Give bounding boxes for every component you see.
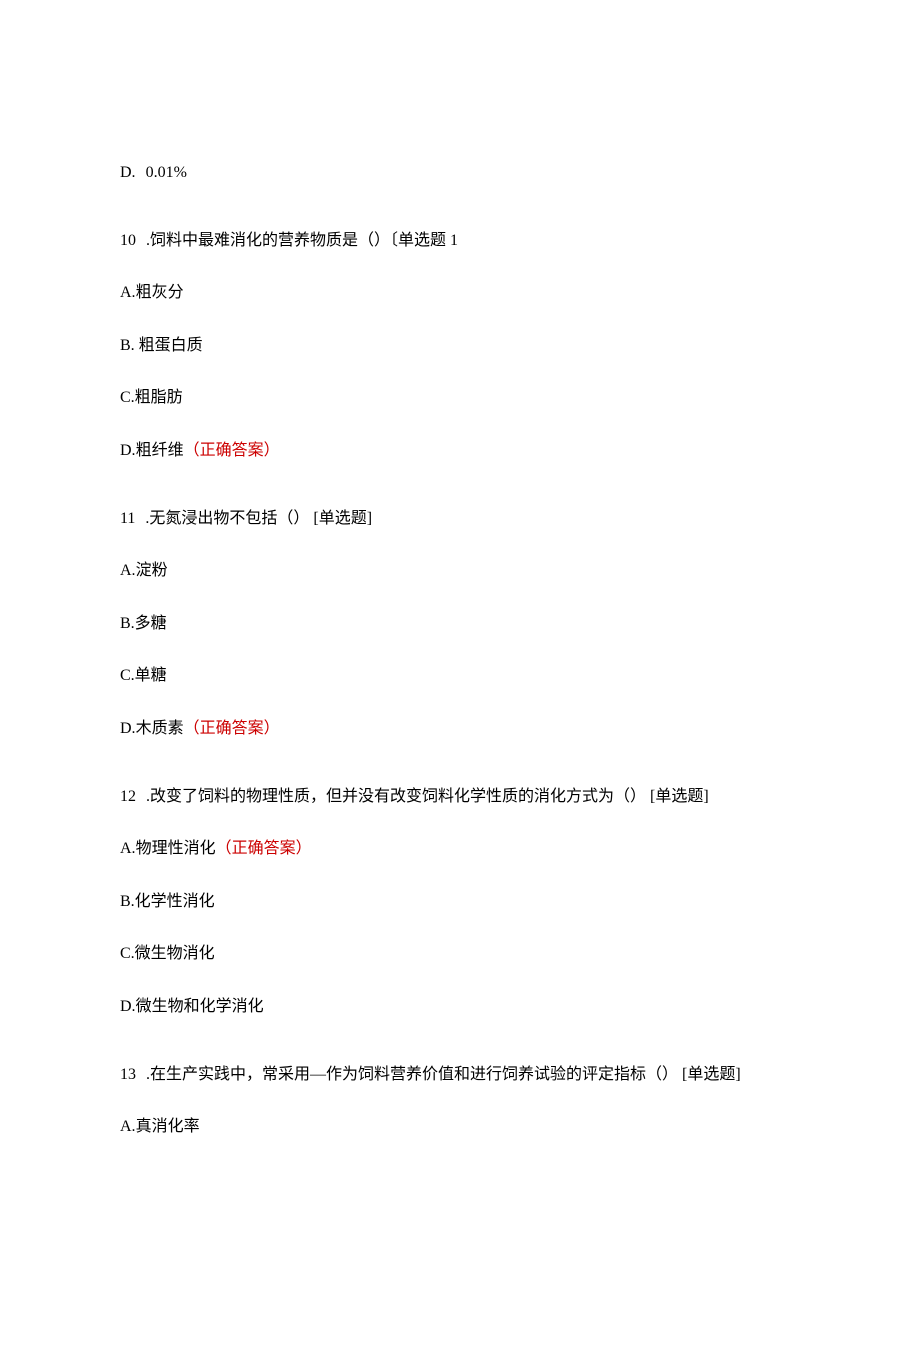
- question-text: .改变了饲料的物理性质，但并没有改变饲料化学性质的消化方式为（） [单选题]: [146, 788, 709, 805]
- option-text: 木质素: [136, 720, 184, 737]
- question-number: 10: [120, 232, 136, 249]
- option-text: 多糖: [135, 615, 167, 632]
- option-letter: C.: [120, 667, 135, 684]
- option-line: D. 0.01%: [120, 160, 800, 186]
- questions-container: 10.饲料中最难消化的营养物质是（）〔单选题 1A.粗灰分B. 粗蛋白质C.粗脂…: [120, 228, 800, 1140]
- option-letter: B.: [120, 893, 135, 910]
- option-line: D.木质素（正确答案）: [120, 716, 800, 742]
- option-line: A.淀粉: [120, 558, 800, 584]
- option-line: C.单糖: [120, 663, 800, 689]
- option-letter: A.: [120, 562, 136, 579]
- option-text: 粗蛋白质: [139, 337, 203, 354]
- option-letter: C.: [120, 389, 135, 406]
- option-letter: D.: [120, 998, 136, 1015]
- option-text: 淀粉: [136, 562, 168, 579]
- option-text: 粗纤维: [136, 442, 184, 459]
- question-number: 13: [120, 1066, 136, 1083]
- option-letter: A.: [120, 1118, 136, 1135]
- option-line: B. 粗蛋白质: [120, 333, 800, 359]
- document-page: D.0.01% 10.饲料中最难消化的营养物质是（）〔单选题 1A.粗灰分B. …: [0, 0, 920, 1367]
- correct-answer-label: （正确答案）: [184, 720, 280, 737]
- option-line: D.微生物和化学消化: [120, 994, 800, 1020]
- option-letter: D.: [120, 720, 136, 737]
- option-line: A.真消化率: [120, 1114, 800, 1140]
- option-letter: A.: [120, 840, 136, 857]
- option-letter: D.: [120, 164, 136, 181]
- question-text: .在生产实践中，常采用—作为饲料营养价值和进行饲养试验的评定指标（） [单选题]: [146, 1066, 741, 1083]
- option-line: C.粗脂肪: [120, 385, 800, 411]
- option-line: C.微生物消化: [120, 941, 800, 967]
- option-letter: A.: [120, 284, 136, 301]
- option-text: 0.01%: [146, 164, 187, 181]
- option-line: A.物理性消化（正确答案）: [120, 836, 800, 862]
- option-text: 粗灰分: [136, 284, 184, 301]
- correct-answer-label: （正确答案）: [184, 442, 280, 459]
- question-number: 11: [120, 510, 135, 527]
- option-line: D.粗纤维（正确答案）: [120, 438, 800, 464]
- question-text: .无氮浸出物不包括（） [单选题]: [145, 510, 372, 527]
- option-letter: B.: [120, 615, 135, 632]
- option-letter: B.: [120, 337, 139, 354]
- option-text: 真消化率: [136, 1118, 200, 1135]
- question-stem: 12 .改变了饲料的物理性质，但并没有改变饲料化学性质的消化方式为（） [单选题]: [120, 784, 800, 810]
- question-stem: 11 .无氮浸出物不包括（） [单选题]: [120, 506, 800, 532]
- option-text: 微生物消化: [135, 945, 215, 962]
- option-text: 物理性消化: [136, 840, 216, 857]
- correct-answer-label: （正确答案）: [216, 840, 312, 857]
- option-line: B.化学性消化: [120, 889, 800, 915]
- question-stem: 10 .饲料中最难消化的营养物质是（）〔单选题 1: [120, 228, 800, 254]
- option-letter: D.: [120, 442, 136, 459]
- option-text: 粗脂肪: [135, 389, 183, 406]
- option-text: 单糖: [135, 667, 167, 684]
- option-line: A.粗灰分: [120, 280, 800, 306]
- question-stem: 13 .在生产实践中，常采用—作为饲料营养价值和进行饲养试验的评定指标（） [单选…: [120, 1062, 800, 1088]
- option-text: 微生物和化学消化: [136, 998, 264, 1015]
- option-letter: C.: [120, 945, 135, 962]
- question-number: 12: [120, 788, 136, 805]
- option-text: 化学性消化: [135, 893, 215, 910]
- question-text: .饲料中最难消化的营养物质是（）〔单选题 1: [146, 232, 458, 249]
- option-line: B.多糖: [120, 611, 800, 637]
